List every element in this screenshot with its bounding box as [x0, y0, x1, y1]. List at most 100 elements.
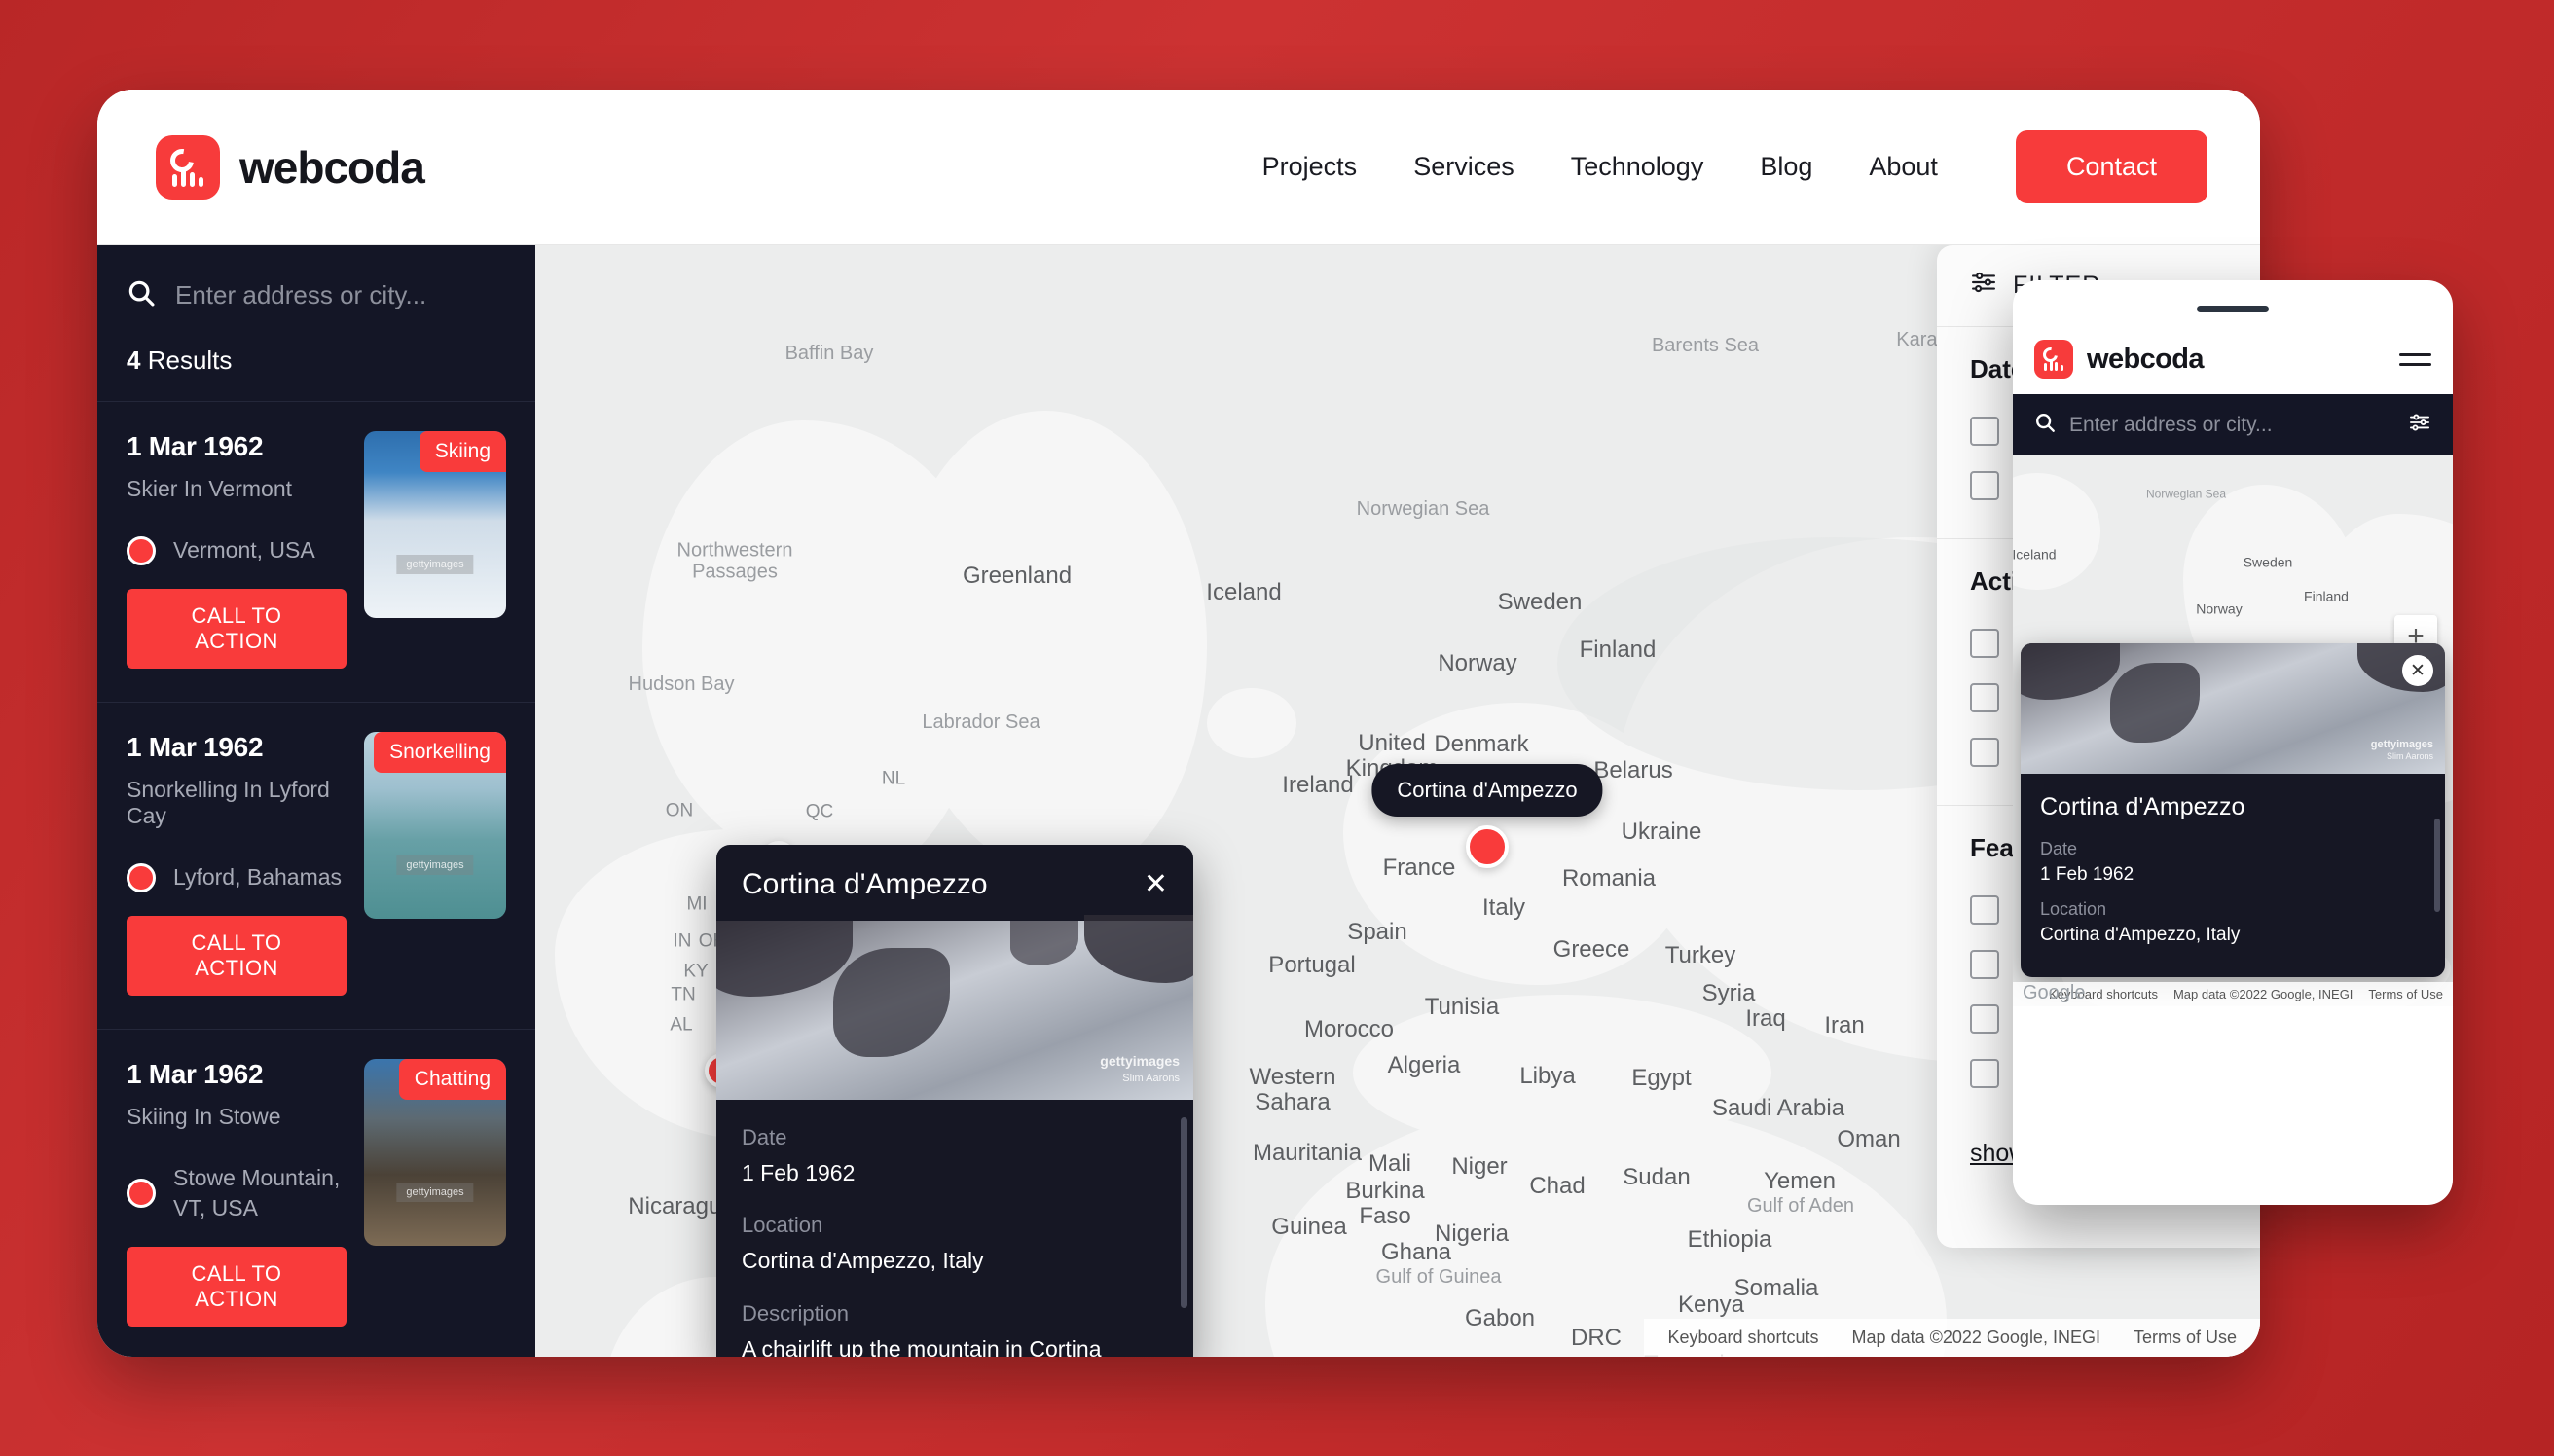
result-date: 1 Mar 1962: [127, 431, 264, 461]
result-title: Skier In Vermont: [127, 476, 293, 501]
mobile-map[interactable]: Norwegian Sea Iceland Sweden Finland Nor…: [2013, 455, 2453, 1006]
mobile-popup-field-value: 1 Feb 1962: [2040, 864, 2134, 885]
webcoda-logo-icon: [156, 134, 220, 200]
mobile-device-mockup: webcoda Norwegian Sea Iceland Sweden: [2013, 280, 2453, 1205]
phone-speaker-notch: [2197, 306, 2269, 312]
location-pin-icon: [127, 862, 156, 892]
search-icon: [127, 278, 156, 312]
mobile-search-input[interactable]: [2069, 413, 2394, 437]
webcoda-logo-icon: [2034, 340, 2073, 379]
nav-link-about[interactable]: About: [1869, 152, 1938, 182]
nav-link-technology[interactable]: Technology: [1571, 152, 1704, 182]
filter-sliders-icon: [1970, 271, 1997, 301]
mobile-info-popup: ✕ gettyimages Slim Aarons Cortina d'Ampe…: [2021, 643, 2445, 977]
keyboard-shortcuts-link[interactable]: Keyboard shortcuts: [1667, 1328, 1818, 1348]
photo-credit-author: Slim Aarons: [1122, 1073, 1180, 1084]
sidebar-search-row: [97, 245, 535, 338]
result-thumbnail[interactable]: Skiing gettyimages: [364, 431, 506, 618]
results-list[interactable]: 1 Mar 1962 Skier In Vermont Vermont, USA…: [97, 401, 535, 1357]
mobile-brand-name: webcoda: [2087, 343, 2204, 375]
map-label: Iceland: [1206, 579, 1282, 606]
location-pin-icon: [127, 535, 156, 565]
mobile-terms-of-use-link[interactable]: Terms of Use: [2368, 987, 2443, 1001]
mobile-popup-photo: ✕ gettyimages Slim Aarons: [2021, 643, 2445, 774]
brand-logo[interactable]: webcoda: [156, 134, 425, 200]
browser-window: webcoda Projects Services Technology Blo…: [97, 90, 2260, 1357]
checkbox[interactable]: [1970, 895, 1999, 925]
result-title: Skiing In Stowe: [127, 1104, 281, 1130]
mobile-popup-field-label: Location: [2040, 899, 2107, 919]
popup-photo: gettyimages Slim Aarons: [716, 915, 1193, 1100]
brand-name: webcoda: [239, 141, 425, 193]
result-card[interactable]: 1 Mar 1962 Skier In Vermont Vermont, USA…: [97, 401, 535, 702]
map-label: Sweden: [1497, 589, 1583, 616]
nav-link-blog[interactable]: Blog: [1760, 152, 1812, 182]
mobile-photo-credit-author: Slim Aarons: [2386, 751, 2433, 761]
checkbox[interactable]: [1970, 683, 1999, 712]
mobile-popup-title: Cortina d'Ampezzo: [2040, 793, 2245, 820]
terms-of-use-link[interactable]: Terms of Use: [2134, 1328, 2237, 1348]
checkbox[interactable]: [1970, 417, 1999, 446]
location-pin-icon: [127, 1179, 156, 1209]
result-card[interactable]: 1 Mar 1962 Skiing In Stowe Stowe Mountai…: [97, 1029, 535, 1357]
nav-links: Projects Services Technology Blog About …: [1262, 130, 2207, 203]
results-count: 4 Results: [97, 338, 535, 401]
map-label: Norwegian Sea: [1356, 498, 1490, 521]
map-pin-tooltip: Cortina d'Ampezzo: [1371, 764, 1603, 817]
contact-button[interactable]: Contact: [2015, 130, 2207, 203]
result-date: 1 Mar 1962: [127, 732, 264, 763]
result-location-text: Lyford, Bahamas: [173, 864, 343, 891]
checkbox[interactable]: [1970, 629, 1999, 658]
map-pin[interactable]: [1466, 825, 1509, 868]
popup-title: Cortina d'Ampezzo: [742, 868, 988, 900]
results-sidebar: 4 Results 1 Mar 1962 Skier In Vermont Ve…: [97, 245, 535, 1357]
thumbnail-photo-credit: gettyimages: [396, 855, 474, 875]
map-info-popup: Cortina d'Ampezzo ✕ gettyimages Slim Aar…: [716, 845, 1193, 1357]
mobile-popup-scrollbar[interactable]: [2434, 819, 2440, 912]
thumbnail-photo-credit: gettyimages: [396, 1182, 474, 1202]
popup-body: Date 1 Feb 1962 Location Cortina d'Ampez…: [716, 1100, 1193, 1357]
results-label: Results: [147, 346, 233, 375]
result-thumbnail[interactable]: Snorkelling gettyimages: [364, 732, 506, 920]
map-label: Norway: [1438, 650, 1517, 677]
map-label: Portugal: [1268, 952, 1356, 979]
map-label: Barents Sea: [1651, 335, 1760, 357]
checkbox[interactable]: [1970, 738, 1999, 767]
checkbox[interactable]: [1970, 950, 1999, 979]
result-card[interactable]: 1 Mar 1962 Snorkelling In Lyford Cay Lyf…: [97, 702, 535, 1029]
checkbox[interactable]: [1970, 471, 1999, 500]
map-data-credit: Map data ©2022 Google, INEGI: [1851, 1328, 2100, 1347]
mobile-popup-field-label: Date: [2040, 839, 2078, 858]
nav-link-projects[interactable]: Projects: [1262, 152, 1358, 182]
map-label: Mauritania: [1252, 1140, 1363, 1167]
thumbnail-photo-credit: gettyimages: [396, 554, 474, 574]
activity-badge: Skiing: [419, 431, 506, 472]
search-input[interactable]: [175, 280, 506, 310]
filter-sliders-icon[interactable]: [2408, 413, 2431, 437]
checkbox[interactable]: [1970, 1059, 1999, 1088]
popup-close-button[interactable]: ✕: [1144, 870, 1168, 899]
search-icon: [2034, 412, 2056, 438]
photo-credit: gettyimages Slim Aarons: [1100, 1053, 1180, 1084]
mobile-search-bar: [2013, 394, 2453, 455]
nav-link-services[interactable]: Services: [1413, 152, 1514, 182]
call-to-action-button[interactable]: CALL TO ACTION: [127, 916, 347, 997]
popup-field-label: Location: [742, 1213, 823, 1238]
popup-field-label: Date: [742, 1125, 787, 1149]
popup-scrollbar[interactable]: [1181, 1117, 1187, 1308]
call-to-action-button[interactable]: CALL TO ACTION: [127, 1247, 347, 1328]
result-date: 1 Mar 1962: [127, 1059, 264, 1090]
result-location-text: Stowe Mountain, VT, USA: [173, 1165, 341, 1221]
hamburger-menu-icon[interactable]: [2399, 352, 2431, 366]
result-thumbnail[interactable]: Chatting gettyimages: [364, 1059, 506, 1247]
result-location: Vermont, USA: [127, 535, 347, 565]
mobile-popup-close-button[interactable]: ✕: [2402, 655, 2433, 686]
map-label: Baffin Bay: [784, 343, 874, 365]
mobile-header: webcoda: [2013, 330, 2453, 394]
popup-field-value: 1 Feb 1962: [742, 1160, 856, 1185]
popup-field-value: A chairlift up the mountain in Cortina d…: [742, 1335, 1102, 1357]
result-location-text: Vermont, USA: [173, 537, 315, 563]
mobile-map-data-credit: Map data ©2022 Google, INEGI: [2172, 987, 2353, 1001]
checkbox[interactable]: [1970, 1004, 1999, 1034]
call-to-action-button[interactable]: CALL TO ACTION: [127, 589, 347, 670]
